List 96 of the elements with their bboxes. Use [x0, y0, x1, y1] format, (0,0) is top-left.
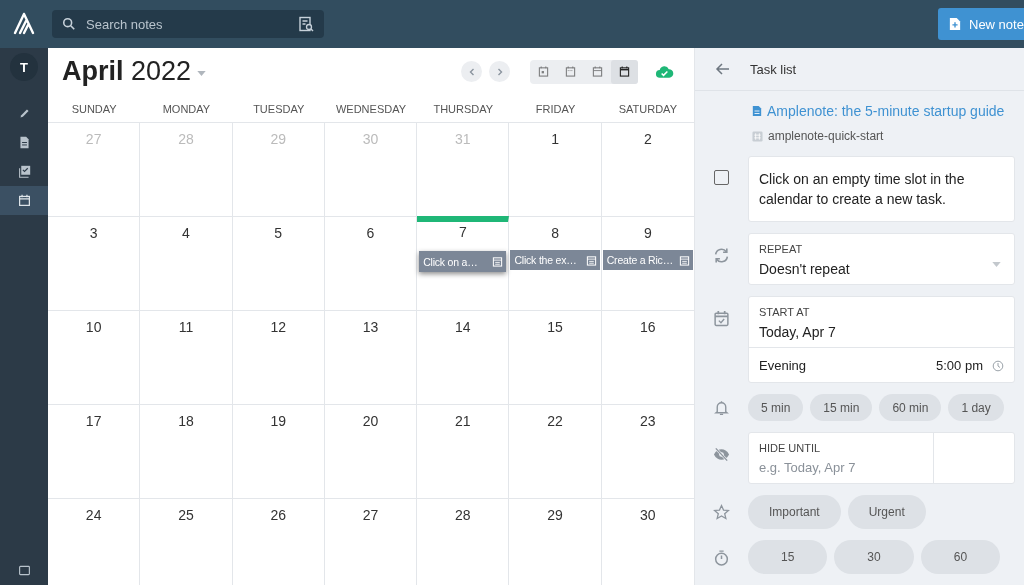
- day-cell[interactable]: 11: [140, 311, 233, 404]
- day-number: 5: [274, 225, 283, 243]
- calendar-event[interactable]: Click the ex…: [510, 250, 600, 270]
- reminder-chip[interactable]: 60 min: [879, 394, 942, 421]
- search-bar[interactable]: Search notes: [52, 10, 324, 38]
- day-cell[interactable]: 12: [232, 311, 325, 404]
- start-time-field[interactable]: Evening 5:00 pm: [749, 347, 1014, 382]
- day-cell[interactable]: 27: [324, 499, 418, 585]
- search-field[interactable]: Search notes: [84, 15, 290, 33]
- day-number: 2: [643, 131, 652, 149]
- day-number: 17: [85, 413, 102, 431]
- day-cell[interactable]: 21: [417, 405, 510, 498]
- day-number: 12: [270, 319, 286, 337]
- day-number: 21: [455, 413, 471, 431]
- day-cell[interactable]: 8 Click the ex…: [509, 217, 602, 310]
- note-tag[interactable]: amplenote-quick-start: [768, 129, 884, 143]
- day-number: 25: [178, 507, 194, 525]
- day-number: 10: [85, 319, 102, 337]
- weekday-label: SATURDAY: [617, 101, 678, 117]
- day-number: 23: [640, 413, 656, 431]
- repeat-dropdown[interactable]: REPEAT Doesn't repeat: [748, 233, 1015, 285]
- day-cell[interactable]: 15: [509, 311, 602, 404]
- day-number: 29: [270, 131, 286, 149]
- day-number: 6: [366, 225, 375, 243]
- day-number: 4: [182, 225, 190, 243]
- day-number: 9: [643, 225, 652, 243]
- day-number: 19: [270, 413, 286, 431]
- weekday-label: THURSDAY: [432, 101, 495, 117]
- day-number: 14: [455, 319, 471, 337]
- day-number: 28: [178, 131, 194, 149]
- duration-chip[interactable]: 30: [834, 540, 914, 574]
- field-label: HIDE UNTIL: [759, 442, 821, 454]
- day-cell[interactable]: 28: [417, 499, 510, 585]
- day-cell[interactable]: 26: [232, 499, 325, 585]
- day-cell[interactable]: 1: [509, 123, 602, 216]
- day-cell[interactable]: 23: [601, 405, 694, 498]
- day-cell[interactable]: 24: [48, 499, 141, 585]
- day-number: 28: [455, 507, 471, 525]
- duration-chip[interactable]: 60: [920, 540, 1001, 574]
- day-cell[interactable]: 16: [601, 311, 694, 404]
- day-cell[interactable]: 9 Create a Ric…: [601, 217, 694, 310]
- reminder-chip[interactable]: 15 min: [810, 394, 873, 421]
- reminder-chip[interactable]: 1 day: [948, 394, 1004, 421]
- day-cell[interactable]: 18: [140, 405, 233, 498]
- weekday-label: TUESDAY: [252, 101, 306, 117]
- day-number: 18: [178, 413, 194, 431]
- hide-until-field[interactable]: e.g. Today, Apr 7: [759, 460, 919, 475]
- day-cell[interactable]: 4: [140, 217, 233, 310]
- day-cell[interactable]: 19: [232, 405, 325, 498]
- weekday-label: MONDAY: [161, 101, 212, 117]
- day-number: 22: [547, 413, 563, 431]
- day-cell[interactable]: 20: [324, 405, 418, 498]
- day-number: 11: [178, 319, 194, 337]
- day-cell[interactable]: 22: [509, 405, 602, 498]
- start-date-field[interactable]: START AT Today, Apr 7: [749, 297, 1014, 347]
- flag-chip[interactable]: Urgent: [847, 495, 926, 529]
- day-number: 8: [551, 225, 559, 243]
- weekday-label: FRIDAY: [534, 101, 577, 117]
- flag-chip[interactable]: Important: [748, 495, 841, 529]
- day-cell[interactable]: 17: [48, 405, 141, 498]
- day-number: 16: [640, 319, 656, 337]
- reminder-chip[interactable]: 5 min: [748, 394, 804, 421]
- day-cell[interactable]: 2: [601, 123, 694, 216]
- day-cell[interactable]: 6: [324, 217, 418, 310]
- panel-title: Task list: [750, 61, 797, 77]
- day-number: 30: [362, 131, 379, 149]
- month-title[interactable]: April 2022: [62, 56, 192, 87]
- day-number: 27: [85, 131, 102, 149]
- day-number: 3: [89, 225, 98, 243]
- day-number: 20: [362, 413, 379, 431]
- day-cell[interactable]: 3: [48, 217, 141, 310]
- day-cell[interactable]: 14: [417, 311, 510, 404]
- day-number: 7: [458, 224, 467, 242]
- day-number: 24: [85, 507, 102, 525]
- day-number: 31: [455, 131, 471, 149]
- day-number: 29: [547, 507, 563, 525]
- weekday-label: WEDNESDAY: [334, 101, 408, 117]
- day-number: 27: [362, 507, 379, 525]
- day-number: 30: [640, 507, 656, 525]
- calendar-event[interactable]: Click on a…: [419, 251, 507, 272]
- day-number: 15: [547, 319, 563, 337]
- day-cell[interactable]: 7 Click on a…: [417, 216, 510, 310]
- day-number: 26: [270, 507, 286, 525]
- avatar[interactable]: T: [10, 53, 38, 81]
- day-cell[interactable]: 25: [140, 499, 233, 585]
- duration-chip[interactable]: 15: [748, 540, 828, 574]
- day-number: 1: [551, 131, 559, 149]
- day-cell[interactable]: 30: [601, 499, 694, 585]
- task-text[interactable]: Click on an empty time slot in the calendar to create a new task.: [748, 156, 1015, 222]
- day-cell[interactable]: 13: [324, 311, 418, 404]
- day-number: 13: [362, 319, 379, 337]
- weekday-label: SUNDAY: [70, 101, 118, 117]
- day-cell[interactable]: 29: [509, 499, 602, 585]
- calendar-event[interactable]: Create a Ric…: [602, 250, 693, 270]
- day-cell[interactable]: 5: [232, 217, 325, 310]
- day-cell[interactable]: 10: [48, 311, 141, 404]
